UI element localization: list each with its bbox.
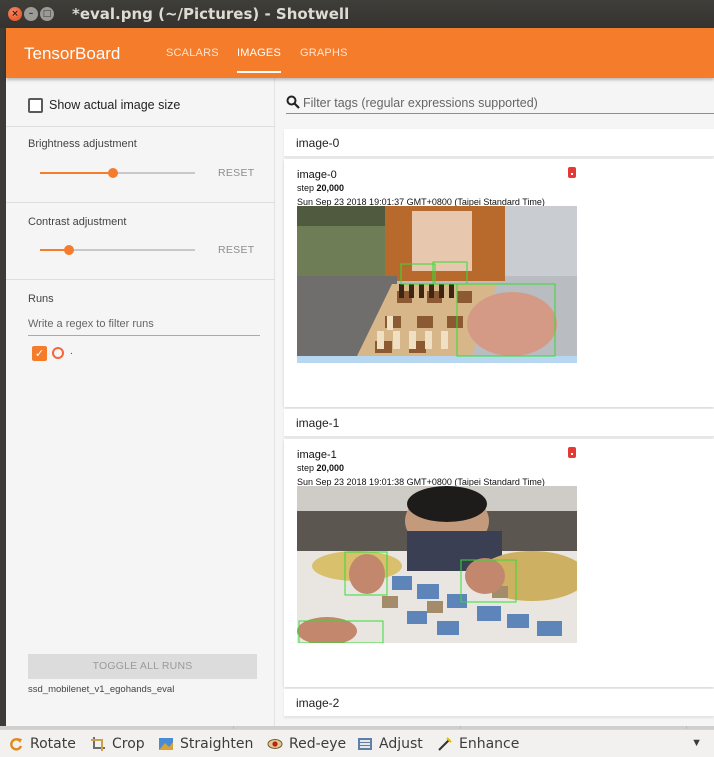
eye-icon: [267, 739, 283, 749]
tag-group-header[interactable]: image-2: [284, 689, 714, 717]
divider: [6, 279, 275, 280]
chess-photo-image: [297, 206, 577, 363]
run-label: .: [70, 346, 73, 357]
contrast-slider-handle[interactable]: [64, 245, 75, 255]
crop-icon: [91, 737, 105, 751]
enhance-button[interactable]: Enhance: [437, 734, 519, 754]
tab-scalars[interactable]: SCALARS: [166, 47, 219, 59]
adjust-button[interactable]: Adjust: [357, 734, 423, 754]
enhance-label: Enhance: [459, 736, 520, 752]
tensorboard-header: TensorBoard SCALARS IMAGES GRAPHS: [6, 28, 714, 78]
tag-filter-input[interactable]: Filter tags (regular expressions support…: [286, 94, 714, 114]
toggle-all-runs-button[interactable]: TOGGLE ALL RUNS: [28, 654, 257, 679]
tab-images[interactable]: IMAGES: [237, 47, 281, 73]
brightness-label: Brightness adjustment: [28, 138, 137, 150]
tag-group-header[interactable]: image-0: [284, 129, 714, 157]
run-color-icon: [52, 347, 64, 359]
toolbar-overflow-icon[interactable]: ▼: [691, 737, 702, 749]
divider: [6, 126, 275, 127]
divider: [6, 202, 275, 203]
maximize-window-icon[interactable]: □: [40, 7, 54, 21]
image-card-step: step 20,000: [297, 463, 345, 473]
image-card-step: step 20,000: [297, 183, 345, 193]
rotate-label: Rotate: [30, 736, 76, 752]
tag-group-header[interactable]: image-1: [284, 409, 714, 437]
minimize-window-icon[interactable]: –: [24, 7, 38, 21]
tag-group-name: image-2: [296, 696, 340, 710]
contrast-reset-button[interactable]: RESET: [218, 244, 255, 256]
tag-group-name: image-1: [296, 416, 340, 430]
puzzle-photo-image: [297, 486, 577, 643]
rotate-button[interactable]: Rotate: [8, 734, 76, 754]
straighten-button[interactable]: Straighten: [158, 734, 253, 754]
show-actual-size-label: Show actual image size: [49, 98, 181, 112]
image-card: image-1 step 20,000 Sun Sep 23 2018 19:0…: [284, 439, 714, 687]
crop-button[interactable]: Crop: [90, 734, 145, 754]
window-titlebar: × – □ *eval.png (~/Pictures) - Shotwell: [0, 0, 714, 28]
tensorboard-brand: TensorBoard: [24, 44, 121, 63]
runs-filter-input[interactable]: Write a regex to filter runs: [28, 318, 260, 336]
card-menu-icon[interactable]: [568, 167, 576, 178]
window-title: *eval.png (~/Pictures) - Shotwell: [72, 5, 350, 23]
image-card-title: image-1: [297, 449, 337, 461]
adjust-icon: [358, 738, 372, 750]
contrast-label: Contrast adjustment: [28, 216, 127, 228]
rotate-icon: [10, 738, 23, 751]
close-window-icon[interactable]: ×: [8, 7, 22, 21]
red-eye-label: Red-eye: [289, 736, 347, 752]
tag-filter-placeholder: Filter tags (regular expressions support…: [303, 96, 538, 110]
run-checkbox[interactable]: ✓: [32, 346, 47, 361]
run-name: ssd_mobilenet_v1_egohands_eval: [28, 684, 175, 695]
adjust-label: Adjust: [379, 736, 423, 752]
brightness-slider-fill: [40, 172, 113, 174]
image-card-title: image-0: [297, 169, 337, 181]
brightness-slider-handle[interactable]: [107, 168, 118, 178]
crop-label: Crop: [112, 736, 145, 752]
search-icon: [286, 95, 300, 109]
brightness-reset-button[interactable]: RESET: [218, 167, 255, 179]
sidebar: Show actual image size Brightness adjust…: [6, 78, 275, 726]
straighten-icon: [159, 738, 173, 750]
tab-graphs[interactable]: GRAPHS: [300, 47, 348, 59]
magic-wand-icon: [438, 737, 452, 751]
straighten-label: Straighten: [180, 736, 254, 752]
shotwell-toolbar: Rotate Crop Straighten Red-eye Adjust En…: [0, 729, 714, 757]
image-card: image-0 step 20,000 Sun Sep 23 2018 19:0…: [284, 159, 714, 407]
red-eye-button[interactable]: Red-eye: [267, 734, 346, 754]
card-menu-icon[interactable]: [568, 447, 576, 458]
tag-group-name: image-0: [296, 136, 340, 150]
tensorboard-content: Show actual image size Brightness adjust…: [6, 78, 714, 726]
images-panel: Filter tags (regular expressions support…: [276, 78, 714, 726]
runs-label: Runs: [28, 293, 54, 305]
show-actual-size-checkbox[interactable]: [28, 98, 43, 113]
